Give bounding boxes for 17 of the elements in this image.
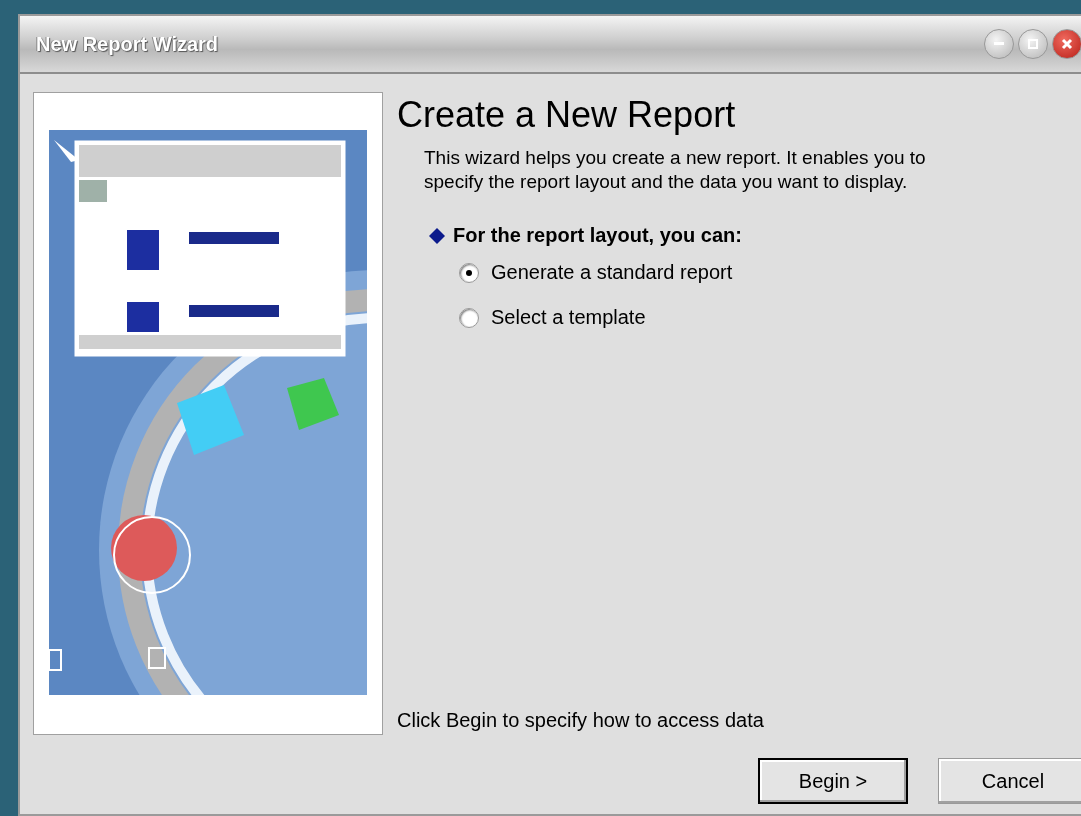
section-label: For the report layout, you can: bbox=[453, 224, 742, 247]
wizard-heading: Create a New Report bbox=[397, 94, 737, 136]
maximize-icon bbox=[1028, 39, 1038, 49]
hint-text: Click Begin to specify how to access data bbox=[397, 709, 765, 732]
radio-button[interactable] bbox=[459, 262, 479, 283]
option-label[interactable]: Select a template bbox=[491, 306, 646, 329]
default-button[interactable]: Begin > bbox=[758, 758, 908, 804]
option-label[interactable]: Generate a standard report bbox=[491, 261, 733, 284]
wizard-description: This wizard helps you create a new report. It enables you to specify the report layout and the data you want to display. bbox=[424, 146, 927, 194]
close-button[interactable] bbox=[1052, 29, 1081, 59]
window-title: New Report Wizard bbox=[36, 32, 219, 56]
dialog-button[interactable]: Cancel bbox=[938, 758, 1081, 804]
radio-button[interactable] bbox=[459, 307, 479, 328]
diamond-bullet-icon bbox=[429, 227, 445, 244]
maximize-button[interactable] bbox=[1018, 29, 1048, 59]
close-icon bbox=[1061, 38, 1073, 50]
minimize-button[interactable] bbox=[984, 29, 1014, 59]
